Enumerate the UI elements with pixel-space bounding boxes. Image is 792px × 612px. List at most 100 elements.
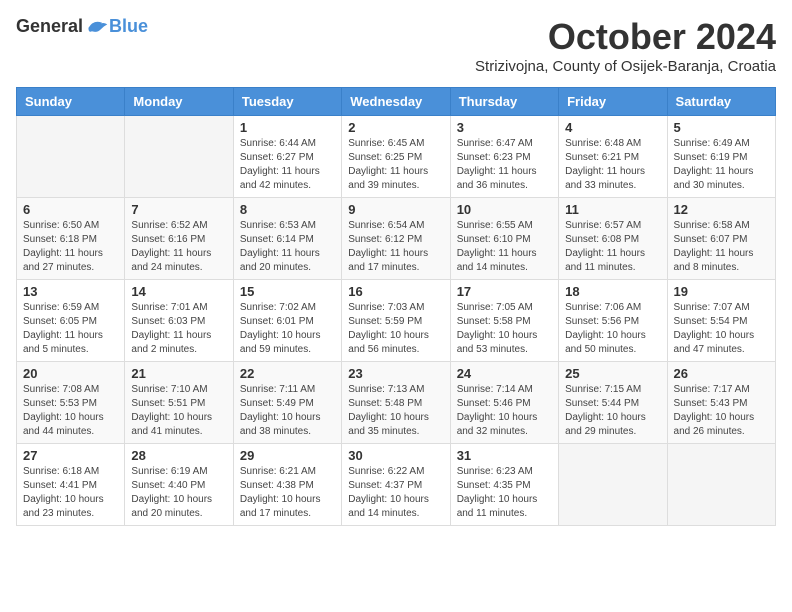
day-cell: 17 Sunrise: 7:05 AM Sunset: 5:58 PM Dayli… [450, 280, 558, 362]
day-number: 28 [131, 448, 226, 463]
day-info: Sunrise: 7:02 AM Sunset: 6:01 PM Dayligh… [240, 301, 335, 357]
day-number: 15 [240, 284, 335, 299]
day-info: Sunrise: 6:55 AM Sunset: 6:10 PM Dayligh… [457, 219, 552, 275]
day-cell: 21 Sunrise: 7:10 AM Sunset: 5:51 PM Dayli… [125, 362, 233, 444]
day-info: Sunrise: 7:06 AM Sunset: 5:56 PM Dayligh… [565, 301, 660, 357]
day-cell: 13 Sunrise: 6:59 AM Sunset: 6:05 PM Dayli… [17, 280, 125, 362]
day-info: Sunrise: 7:10 AM Sunset: 5:51 PM Dayligh… [131, 383, 226, 439]
day-number: 3 [457, 120, 552, 135]
calendar: SundayMondayTuesdayWednesdayThursdayFrid… [16, 87, 776, 526]
week-row-3: 13 Sunrise: 6:59 AM Sunset: 6:05 PM Dayli… [17, 280, 776, 362]
day-cell: 1Sunrise: 6:44 AM Sunset: 6:27 PM Daylig… [233, 116, 341, 198]
day-cell: 20 Sunrise: 7:08 AM Sunset: 5:53 PM Dayli… [17, 362, 125, 444]
logo-general: General [16, 16, 83, 37]
day-number: 20 [23, 366, 118, 381]
day-number: 5 [674, 120, 769, 135]
day-cell: 19 Sunrise: 7:07 AM Sunset: 5:54 PM Dayli… [667, 280, 775, 362]
day-info: Sunrise: 6:49 AM Sunset: 6:19 PM Dayligh… [674, 137, 769, 193]
day-info: Sunrise: 7:07 AM Sunset: 5:54 PM Dayligh… [674, 301, 769, 357]
day-number: 17 [457, 284, 552, 299]
day-info: Sunrise: 7:03 AM Sunset: 5:59 PM Dayligh… [348, 301, 443, 357]
logo-bird-icon [85, 17, 109, 37]
col-header-monday: Monday [125, 88, 233, 116]
day-cell: 30Sunrise: 6:22 AM Sunset: 4:37 PM Dayli… [342, 444, 450, 526]
day-cell: 10Sunrise: 6:55 AM Sunset: 6:10 PM Dayli… [450, 198, 558, 280]
day-number: 31 [457, 448, 552, 463]
day-number: 22 [240, 366, 335, 381]
col-header-thursday: Thursday [450, 88, 558, 116]
day-cell: 15 Sunrise: 7:02 AM Sunset: 6:01 PM Dayli… [233, 280, 341, 362]
day-number: 7 [131, 202, 226, 217]
day-info: Sunrise: 6:45 AM Sunset: 6:25 PM Dayligh… [348, 137, 443, 193]
day-number: 26 [674, 366, 769, 381]
day-number: 9 [348, 202, 443, 217]
day-cell: 25 Sunrise: 7:15 AM Sunset: 5:44 PM Dayli… [559, 362, 667, 444]
day-number: 13 [23, 284, 118, 299]
week-row-5: 27 Sunrise: 6:18 AM Sunset: 4:41 PM Dayli… [17, 444, 776, 526]
week-row-2: 6Sunrise: 6:50 AM Sunset: 6:18 PM Daylig… [17, 198, 776, 280]
day-cell: 4Sunrise: 6:48 AM Sunset: 6:21 PM Daylig… [559, 116, 667, 198]
header: General Blue October 2024 Strizivojna, C… [16, 16, 776, 75]
day-number: 29 [240, 448, 335, 463]
subtitle: Strizivojna, County of Osijek-Baranja, C… [475, 58, 776, 75]
day-cell: 11 Sunrise: 6:57 AM Sunset: 6:08 PM Dayli… [559, 198, 667, 280]
day-cell [17, 116, 125, 198]
day-number: 16 [348, 284, 443, 299]
day-info: Sunrise: 6:53 AM Sunset: 6:14 PM Dayligh… [240, 219, 335, 275]
day-number: 30 [348, 448, 443, 463]
day-cell: 28 Sunrise: 6:19 AM Sunset: 4:40 PM Dayli… [125, 444, 233, 526]
day-info: Sunrise: 6:44 AM Sunset: 6:27 PM Dayligh… [240, 137, 335, 193]
day-number: 25 [565, 366, 660, 381]
week-row-1: 1Sunrise: 6:44 AM Sunset: 6:27 PM Daylig… [17, 116, 776, 198]
col-header-tuesday: Tuesday [233, 88, 341, 116]
day-cell [125, 116, 233, 198]
day-cell: 16 Sunrise: 7:03 AM Sunset: 5:59 PM Dayli… [342, 280, 450, 362]
day-number: 8 [240, 202, 335, 217]
day-cell: 29 Sunrise: 6:21 AM Sunset: 4:38 PM Dayli… [233, 444, 341, 526]
day-number: 12 [674, 202, 769, 217]
day-info: Sunrise: 7:14 AM Sunset: 5:46 PM Dayligh… [457, 383, 552, 439]
day-info: Sunrise: 6:52 AM Sunset: 6:16 PM Dayligh… [131, 219, 226, 275]
day-cell: 7 Sunrise: 6:52 AM Sunset: 6:16 PM Daylig… [125, 198, 233, 280]
day-number: 27 [23, 448, 118, 463]
day-number: 4 [565, 120, 660, 135]
logo: General Blue [16, 16, 148, 37]
day-info: Sunrise: 6:57 AM Sunset: 6:08 PM Dayligh… [565, 219, 660, 275]
day-cell: 14Sunrise: 7:01 AM Sunset: 6:03 PM Dayli… [125, 280, 233, 362]
day-number: 14 [131, 284, 226, 299]
day-info: Sunrise: 7:05 AM Sunset: 5:58 PM Dayligh… [457, 301, 552, 357]
week-row-4: 20 Sunrise: 7:08 AM Sunset: 5:53 PM Dayli… [17, 362, 776, 444]
day-cell: 27 Sunrise: 6:18 AM Sunset: 4:41 PM Dayli… [17, 444, 125, 526]
day-cell: 31 Sunrise: 6:23 AM Sunset: 4:35 PM Dayli… [450, 444, 558, 526]
day-number: 2 [348, 120, 443, 135]
day-cell [667, 444, 775, 526]
col-header-friday: Friday [559, 88, 667, 116]
day-info: Sunrise: 6:54 AM Sunset: 6:12 PM Dayligh… [348, 219, 443, 275]
day-info: Sunrise: 6:18 AM Sunset: 4:41 PM Dayligh… [23, 465, 118, 521]
day-info: Sunrise: 7:08 AM Sunset: 5:53 PM Dayligh… [23, 383, 118, 439]
day-number: 21 [131, 366, 226, 381]
day-cell: 5 Sunrise: 6:49 AM Sunset: 6:19 PM Daylig… [667, 116, 775, 198]
day-info: Sunrise: 6:50 AM Sunset: 6:18 PM Dayligh… [23, 219, 118, 275]
day-number: 23 [348, 366, 443, 381]
day-cell: 8 Sunrise: 6:53 AM Sunset: 6:14 PM Daylig… [233, 198, 341, 280]
day-info: Sunrise: 7:17 AM Sunset: 5:43 PM Dayligh… [674, 383, 769, 439]
day-cell: 12Sunrise: 6:58 AM Sunset: 6:07 PM Dayli… [667, 198, 775, 280]
col-header-wednesday: Wednesday [342, 88, 450, 116]
day-cell: 9 Sunrise: 6:54 AM Sunset: 6:12 PM Daylig… [342, 198, 450, 280]
month-title: October 2024 [475, 16, 776, 58]
day-cell: 23Sunrise: 7:13 AM Sunset: 5:48 PM Dayli… [342, 362, 450, 444]
day-cell: 18 Sunrise: 7:06 AM Sunset: 5:56 PM Dayli… [559, 280, 667, 362]
day-info: Sunrise: 6:47 AM Sunset: 6:23 PM Dayligh… [457, 137, 552, 193]
title-area: October 2024 Strizivojna, County of Osij… [475, 16, 776, 75]
day-number: 11 [565, 202, 660, 217]
day-number: 19 [674, 284, 769, 299]
day-info: Sunrise: 6:23 AM Sunset: 4:35 PM Dayligh… [457, 465, 552, 521]
day-info: Sunrise: 6:21 AM Sunset: 4:38 PM Dayligh… [240, 465, 335, 521]
logo-blue: Blue [109, 16, 148, 37]
day-number: 18 [565, 284, 660, 299]
col-header-sunday: Sunday [17, 88, 125, 116]
day-info: Sunrise: 6:59 AM Sunset: 6:05 PM Dayligh… [23, 301, 118, 357]
day-info: Sunrise: 7:15 AM Sunset: 5:44 PM Dayligh… [565, 383, 660, 439]
day-info: Sunrise: 6:19 AM Sunset: 4:40 PM Dayligh… [131, 465, 226, 521]
